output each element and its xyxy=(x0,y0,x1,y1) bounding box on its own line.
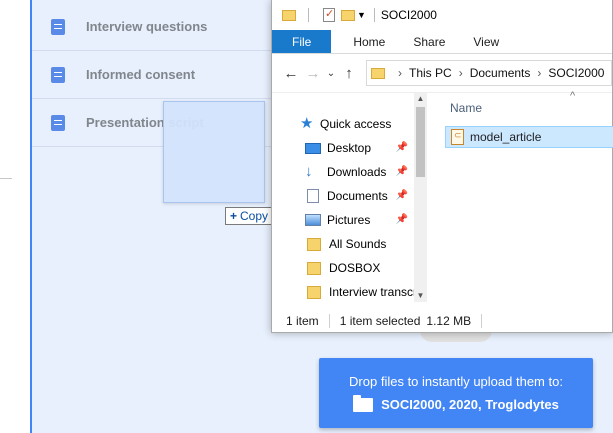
nav-quick-access[interactable]: ★ Quick access xyxy=(300,112,414,136)
pin-icon: 📌 xyxy=(395,166,408,177)
folder-icon xyxy=(307,237,321,251)
ribbon-tabs: File Home Share View xyxy=(272,30,612,54)
nav-label: Documents xyxy=(327,189,388,203)
divider xyxy=(481,314,483,328)
google-doc-icon xyxy=(51,114,65,131)
status-bar: 1 item 1 item selected 1.12 MB xyxy=(272,309,613,333)
copy-label: Copy xyxy=(240,209,269,223)
nav-scrollbar[interactable]: ▲ ▼ xyxy=(414,93,427,302)
file-name: Informed consent xyxy=(86,67,196,82)
pin-icon: 📌 xyxy=(395,142,408,153)
tab-file[interactable]: File xyxy=(272,30,332,53)
tab-home[interactable]: Home xyxy=(331,30,399,53)
item-count: 1 item xyxy=(286,314,319,328)
customize-toolbar-icon[interactable]: ▼ xyxy=(357,10,366,20)
list-item[interactable]: Interview questions xyxy=(32,3,272,51)
nav-label: Desktop xyxy=(327,141,372,155)
folder-icon xyxy=(371,67,385,79)
recent-locations-icon[interactable]: ⌄ xyxy=(324,68,338,79)
address-bar[interactable]: › This PC › Documents › SOCI2000 xyxy=(366,60,612,86)
file-row[interactable]: model_article xyxy=(445,126,613,148)
breadcrumb-this-pc[interactable]: This PC xyxy=(409,66,452,80)
nav-label: Quick access xyxy=(320,117,392,131)
address-bar-row: ← → ⌄ ↑ › This PC › Documents › SOCI2000 xyxy=(272,54,612,93)
file-name: Interview questions xyxy=(86,19,208,34)
divider xyxy=(328,314,330,328)
nav-label: All Sounds xyxy=(329,237,387,251)
chevron-right-icon[interactable]: › xyxy=(537,66,541,80)
file-name: model_article xyxy=(470,130,542,144)
breadcrumb-soci2000[interactable]: SOCI2000 xyxy=(548,66,604,80)
new-folder-icon[interactable] xyxy=(341,9,355,21)
file-list: Name ^ model_article xyxy=(442,90,613,302)
nav-documents[interactable]: Documents 📌 xyxy=(272,184,414,208)
plus-icon: + xyxy=(230,209,238,223)
nav-all-sounds[interactable]: All Sounds xyxy=(272,232,414,256)
scroll-up-icon[interactable]: ▲ xyxy=(414,93,427,105)
folder-icon xyxy=(307,285,321,299)
selection-count: 1 item selected xyxy=(339,314,421,328)
drag-ghost xyxy=(163,101,265,203)
sort-ascending-icon: ^ xyxy=(570,90,576,102)
folder-icon xyxy=(282,9,296,21)
up-arrow-icon[interactable]: ↑ xyxy=(338,65,360,82)
navigation-pane: ★ Quick access Desktop 📌 ↓ Downloads 📌 D… xyxy=(272,93,429,302)
column-header-name[interactable]: Name ^ xyxy=(442,90,613,123)
nav-dosbox[interactable]: DOSBOX xyxy=(272,256,414,280)
back-arrow-icon[interactable]: ← xyxy=(280,65,302,82)
nav-label: Interview transcr xyxy=(329,285,414,299)
star-icon: ★ xyxy=(300,115,314,132)
drop-instruction: Drop files to instantly upload them to: xyxy=(349,374,563,389)
tab-view[interactable]: View xyxy=(459,30,513,53)
nav-label: Downloads xyxy=(327,165,387,179)
folder-icon xyxy=(307,261,321,275)
pin-icon: 📌 xyxy=(395,190,408,201)
download-icon: ↓ xyxy=(305,163,313,180)
left-gutter xyxy=(0,0,30,433)
chevron-right-icon[interactable]: › xyxy=(459,66,463,80)
nav-label: DOSBOX xyxy=(329,261,381,275)
explorer-body: ★ Quick access Desktop 📌 ↓ Downloads 📌 D… xyxy=(272,90,613,302)
divider xyxy=(308,8,309,22)
divider xyxy=(0,178,12,179)
column-label: Name xyxy=(450,101,483,115)
nav-downloads[interactable]: ↓ Downloads 📌 xyxy=(272,160,414,184)
nav-pictures[interactable]: Pictures 📌 xyxy=(272,208,414,232)
nav-interview-transcripts[interactable]: Interview transcr xyxy=(272,280,414,304)
copy-tooltip: + Copy xyxy=(225,207,274,225)
google-doc-icon xyxy=(51,18,65,35)
document-file-icon xyxy=(451,129,464,145)
list-item[interactable]: Informed consent xyxy=(32,51,272,99)
drop-destination: SOCI2000, 2020, Troglodytes xyxy=(381,397,559,412)
properties-icon[interactable] xyxy=(323,7,335,22)
file-explorer-window[interactable]: ▼ SOCI2000 File Home Share View ← → ⌄ ↑ … xyxy=(271,0,613,333)
picture-icon xyxy=(305,214,321,226)
upload-drop-banner: Drop files to instantly upload them to: … xyxy=(319,358,593,428)
chevron-right-icon[interactable]: › xyxy=(398,66,402,80)
forward-arrow-icon[interactable]: → xyxy=(302,65,324,82)
nav-label: Pictures xyxy=(327,213,371,227)
selection-size: 1.12 MB xyxy=(426,314,472,328)
nav-desktop[interactable]: Desktop 📌 xyxy=(272,136,414,160)
scroll-down-icon[interactable]: ▼ xyxy=(414,290,427,302)
google-doc-icon xyxy=(51,66,65,83)
folder-icon xyxy=(353,394,374,412)
window-title: SOCI2000 xyxy=(380,8,437,22)
scroll-thumb[interactable] xyxy=(416,107,425,177)
desktop-icon xyxy=(305,142,321,154)
title-bar[interactable]: ▼ SOCI2000 xyxy=(272,0,612,30)
document-icon xyxy=(307,189,319,203)
pin-icon: 📌 xyxy=(395,214,408,225)
breadcrumb-documents[interactable]: Documents xyxy=(470,66,531,80)
divider xyxy=(373,8,375,22)
tab-share[interactable]: Share xyxy=(399,30,459,53)
